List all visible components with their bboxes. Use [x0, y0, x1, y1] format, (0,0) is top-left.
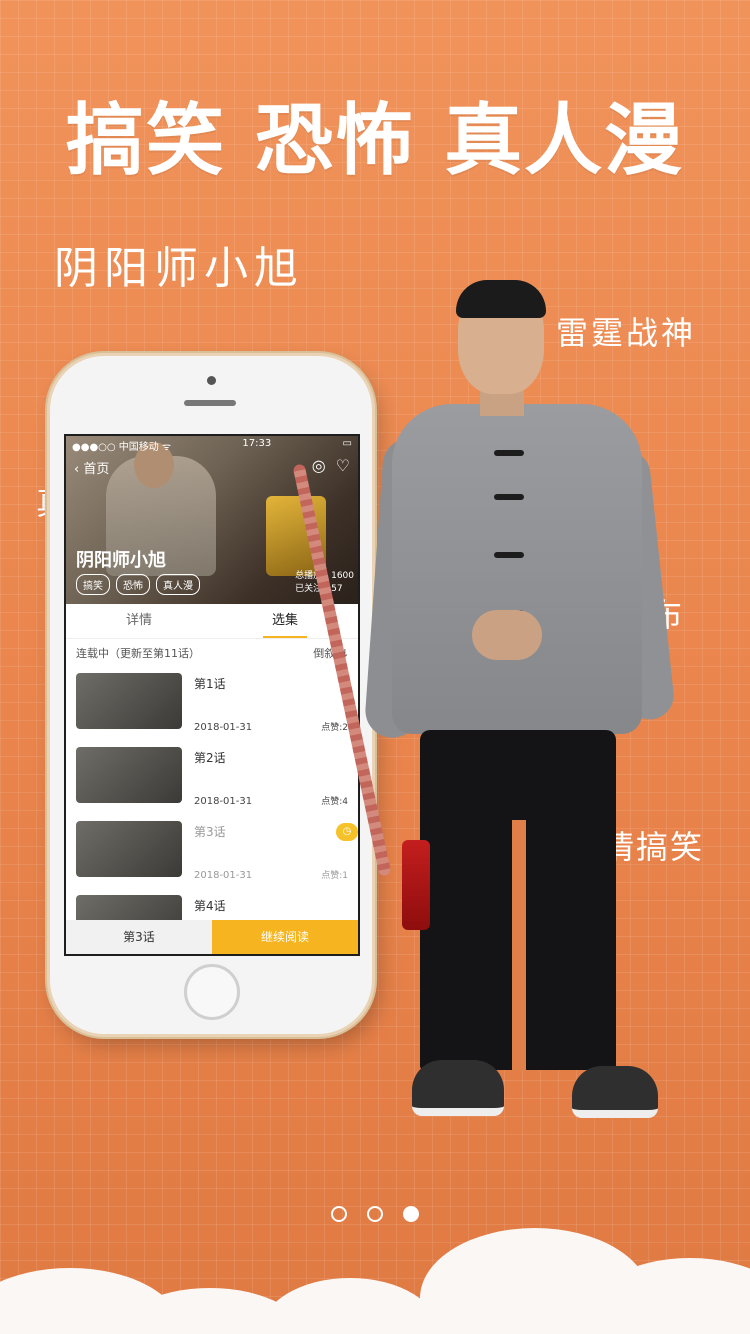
episode-title: 第2话	[194, 751, 226, 765]
episode-thumbnail	[76, 673, 182, 729]
episode-date: 2018-01-31	[194, 870, 253, 881]
person-shoe	[572, 1066, 658, 1118]
jacket-button	[494, 494, 524, 500]
page-dot[interactable]	[331, 1206, 347, 1222]
battery-icon: ▭	[342, 438, 352, 449]
tag-list: 搞笑 恐怖 真人漫	[76, 574, 200, 595]
phone-screen: ●●●○○ 中国移动 ᯤ 17:33 ▭ ‹ 首页 ◎ ♡ 阴阳师小旭 搞笑 恐…	[64, 434, 360, 956]
clock-text: 17:33	[242, 438, 272, 449]
cloud-decoration	[0, 1228, 750, 1334]
episode-title: 第4话	[194, 899, 226, 913]
episode-title: 第1话	[194, 677, 226, 691]
episode-item-current[interactable]: 第3话 2018-01-31 点赞:1 ◷	[66, 815, 358, 889]
jacket-button	[494, 450, 524, 456]
person-photo	[292, 280, 676, 1130]
episode-date: 2018-01-31	[194, 722, 253, 733]
current-episode-button[interactable]: 第3话	[66, 920, 212, 954]
back-label: 首页	[83, 462, 110, 477]
tab-bar: 详情 选集	[66, 604, 358, 639]
camera-icon	[207, 376, 216, 385]
episode-info: 第3话 2018-01-31 点赞:1 ◷	[194, 821, 358, 883]
handwritten-title: 阴阳师小旭	[54, 243, 304, 294]
episode-item[interactable]: 第2话 2018-01-31 点赞:4	[66, 741, 358, 815]
episode-thumbnail	[76, 747, 182, 803]
episode-likes: 点赞:4	[321, 797, 348, 807]
clock-icon: ◷	[336, 823, 358, 841]
tag[interactable]: 搞笑	[76, 574, 110, 595]
comic-title: 阴阳师小旭	[76, 550, 166, 571]
phone-mockup: ●●●○○ 中国移动 ᯤ 17:33 ▭ ‹ 首页 ◎ ♡ 阴阳师小旭 搞笑 恐…	[50, 356, 372, 1034]
person-hand	[472, 610, 542, 660]
carrier-text: ●●●○○ 中国移动 ᯤ	[72, 442, 172, 453]
headline: 搞笑 恐怖 真人漫	[65, 96, 685, 186]
episode-likes: 点赞:1	[321, 871, 348, 881]
serial-status: 连载中（更新至第11话）	[76, 647, 200, 660]
tag[interactable]: 真人漫	[156, 574, 200, 595]
jacket-button	[494, 552, 524, 558]
page-dot-active[interactable]	[403, 1206, 419, 1222]
continue-reading-button[interactable]: 继续阅读	[212, 920, 358, 954]
speaker-grille	[184, 400, 236, 406]
episode-date: 2018-01-31	[194, 796, 253, 807]
tab-details[interactable]: 详情	[66, 604, 212, 638]
serial-row: 连载中（更新至第11话） 倒叙 ⇅	[66, 639, 358, 667]
home-button	[184, 964, 240, 1020]
person-hair	[456, 280, 546, 318]
heart-icon[interactable]: ♡	[336, 456, 350, 475]
red-knot-image	[402, 840, 430, 930]
nav-actions: ◎ ♡	[312, 456, 350, 475]
episode-title: 第3话	[194, 825, 226, 839]
episode-thumbnail	[76, 821, 182, 877]
episode-likes: 点赞:2	[321, 723, 348, 733]
intro-slide: 搞笑 恐怖 真人漫 阴阳师小旭 雷霆战神 布 情搞笑 真 ●●●○○ 中国移动 …	[0, 0, 750, 1334]
person-shoe	[412, 1060, 504, 1116]
share-icon[interactable]: ◎	[312, 456, 326, 475]
episode-item[interactable]: 第1话 2018-01-31 点赞:2	[66, 667, 358, 741]
leg-gap	[512, 820, 526, 1070]
page-dot[interactable]	[367, 1206, 383, 1222]
bottom-bar: 第3话 继续阅读	[66, 920, 358, 954]
status-bar: ●●●○○ 中国移动 ᯤ 17:33 ▭	[72, 438, 352, 453]
chevron-left-icon: ‹	[74, 462, 80, 477]
episode-info: 第1话 2018-01-31 点赞:2	[194, 673, 348, 735]
episode-info: 第2话 2018-01-31 点赞:4	[194, 747, 348, 809]
back-button[interactable]: ‹ 首页	[74, 458, 109, 477]
page-indicator	[0, 1206, 750, 1222]
tag[interactable]: 恐怖	[116, 574, 150, 595]
